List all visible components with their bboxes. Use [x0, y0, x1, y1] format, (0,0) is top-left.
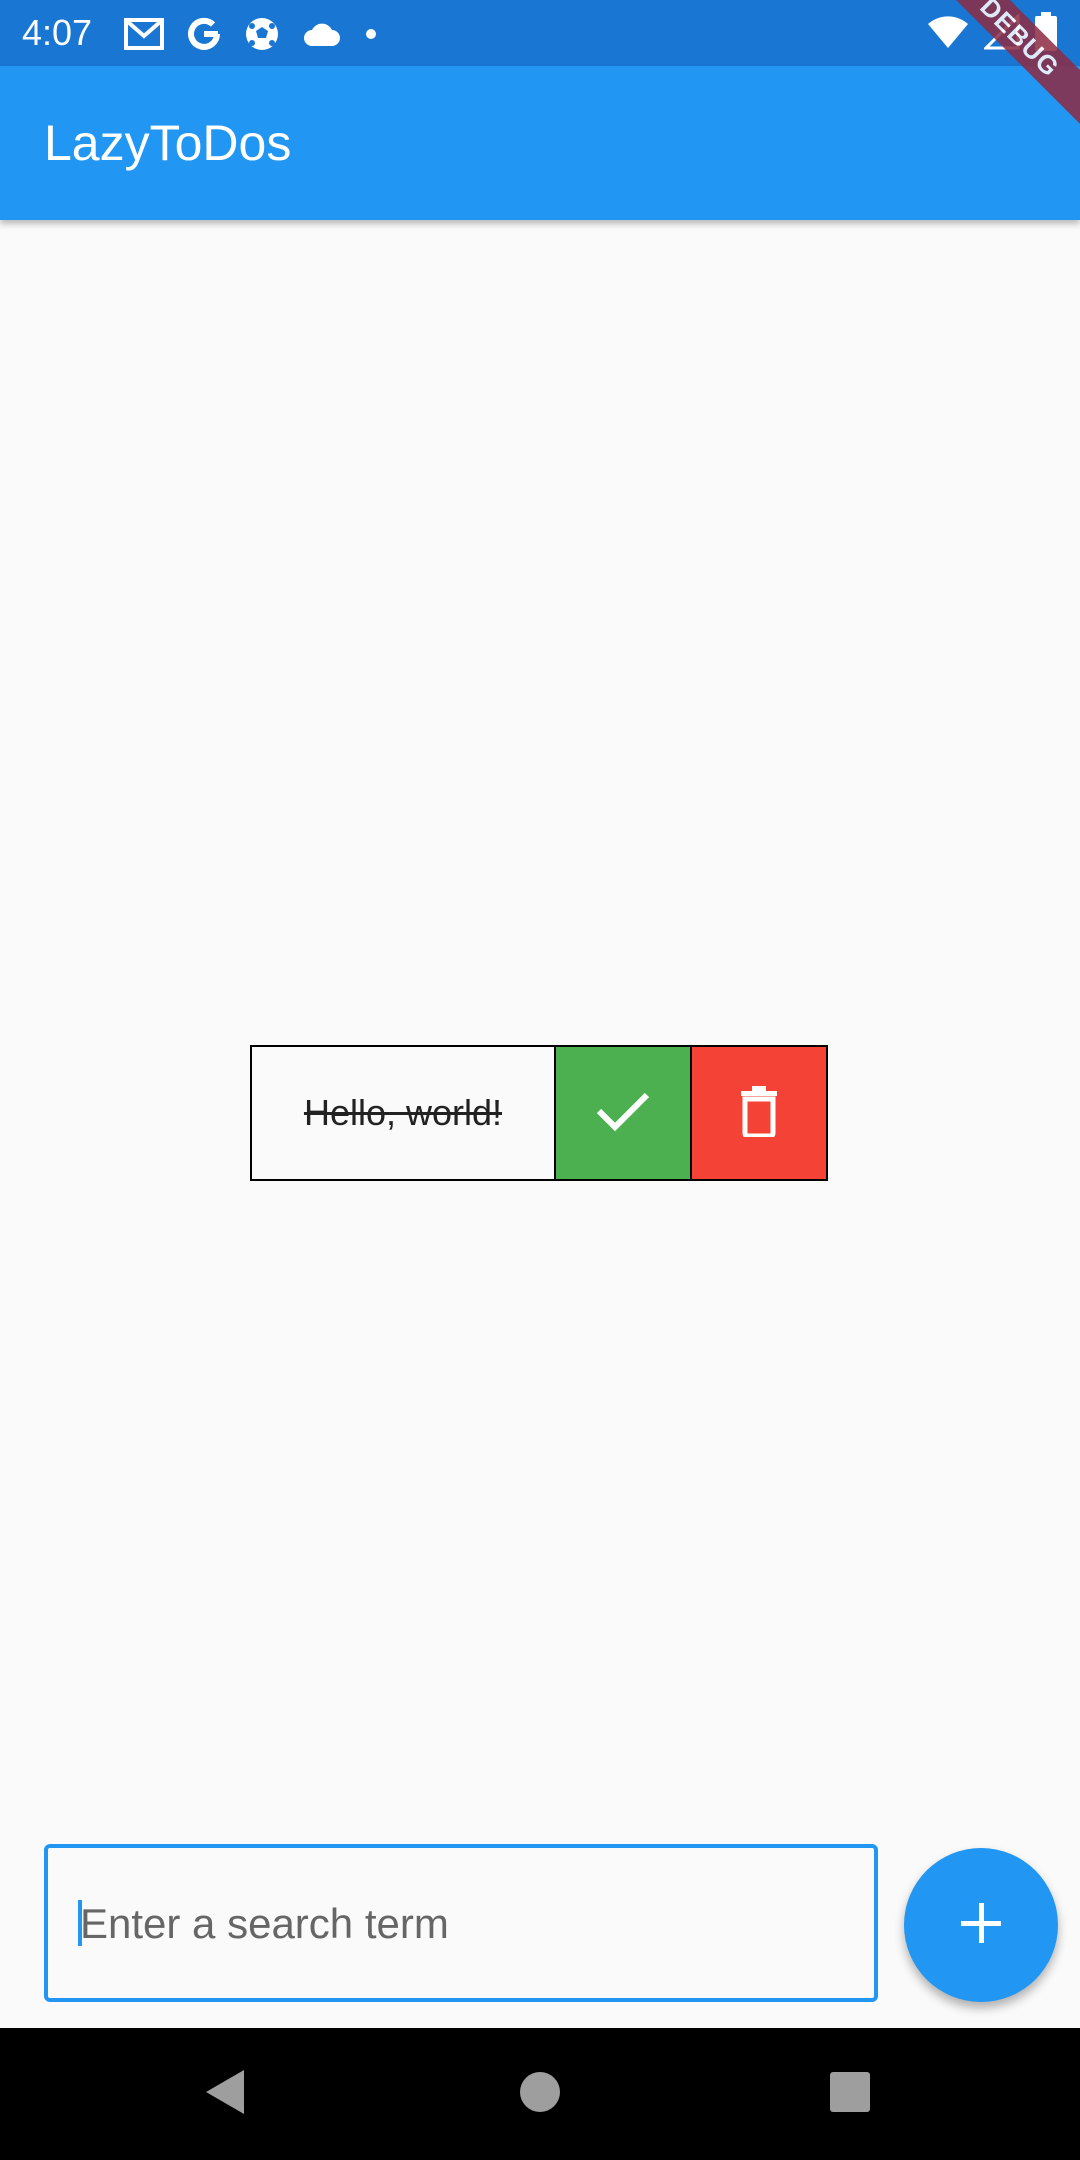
soccer-ball-icon — [244, 16, 280, 52]
google-icon — [186, 16, 222, 52]
status-time: 4:07 — [22, 12, 93, 53]
recents-button[interactable] — [784, 2028, 916, 2160]
cloud-icon — [302, 20, 342, 48]
mark-done-button[interactable] — [556, 1045, 692, 1181]
navigation-bar — [0, 2028, 1080, 2160]
search-input[interactable] — [78, 1848, 842, 2000]
notification-icons — [124, 12, 378, 56]
search-field[interactable] — [44, 1844, 878, 2002]
home-button[interactable] — [474, 2028, 606, 2160]
check-icon — [595, 1089, 651, 1138]
todo-text-box[interactable]: Hello, world! — [250, 1045, 556, 1181]
dot-icon — [364, 27, 378, 41]
app-bar: LazyToDos — [0, 66, 1080, 220]
todo-text: Hello, world! — [303, 1092, 503, 1133]
home-icon — [518, 2070, 562, 2119]
delete-button[interactable] — [692, 1045, 828, 1181]
recents-icon — [829, 2071, 871, 2118]
wifi-icon — [926, 14, 970, 55]
back-icon — [204, 2068, 248, 2121]
plus-icon — [959, 1901, 1003, 1950]
gmail-icon — [124, 18, 164, 50]
add-todo-button[interactable] — [904, 1848, 1058, 2002]
trash-icon — [739, 1085, 779, 1142]
app-title: LazyToDos — [44, 115, 292, 171]
status-bar: 4:07 — [0, 0, 1080, 66]
back-button[interactable] — [160, 2028, 292, 2160]
todo-item: Hello, world! — [250, 1045, 828, 1181]
